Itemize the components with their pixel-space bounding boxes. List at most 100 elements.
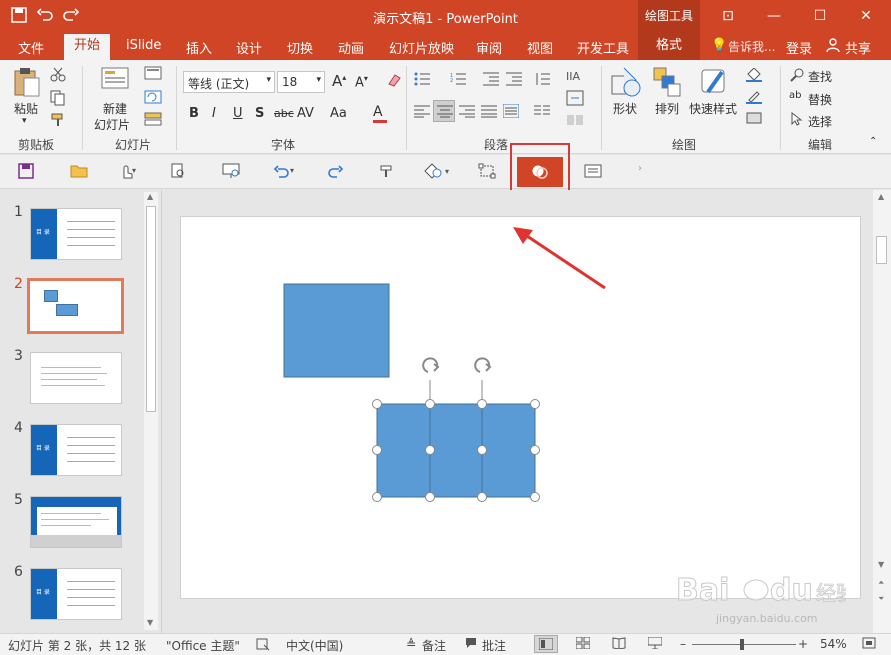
tab-transitions[interactable]: 切换: [287, 38, 313, 57]
arrange-button[interactable]: 排列: [655, 100, 679, 117]
paste-icon[interactable]: [12, 66, 42, 98]
distributed-icon[interactable]: [502, 103, 520, 121]
scroll-down-icon[interactable]: ▼: [878, 560, 884, 569]
login-link[interactable]: 登录: [786, 38, 812, 57]
redo-icon[interactable]: [326, 163, 346, 181]
slide-thumbnail-1[interactable]: 目 录: [30, 208, 122, 260]
font-size-combo[interactable]: 18 ▾: [277, 71, 325, 93]
arrange-icon[interactable]: [652, 66, 682, 101]
align-center-icon[interactable]: [433, 100, 455, 122]
present-icon[interactable]: [222, 163, 242, 181]
shadow-icon[interactable]: S: [255, 106, 264, 121]
accessibility-icon[interactable]: [256, 637, 270, 654]
replace-icon[interactable]: ab: [789, 90, 801, 101]
chevron-down-icon[interactable]: ▾: [22, 116, 27, 126]
slideshow-icon[interactable]: [647, 636, 663, 652]
new-slide-button-label[interactable]: 幻灯片: [94, 116, 130, 133]
minimize-button[interactable]: —: [752, 0, 796, 32]
change-case-icon[interactable]: Aa: [330, 106, 347, 121]
chevron-right-icon[interactable]: ›: [638, 163, 658, 181]
align-right-icon[interactable]: [459, 104, 475, 121]
format-painter-icon[interactable]: [50, 112, 66, 131]
slide-thumbnail-4[interactable]: 目 录: [30, 424, 122, 476]
scrollbar-thumb[interactable]: [876, 236, 887, 264]
cut-icon[interactable]: [50, 66, 66, 85]
tab-format[interactable]: 格式: [638, 32, 700, 60]
quick-styles-button[interactable]: 快速样式: [689, 100, 737, 117]
scroll-up-icon[interactable]: ▲: [147, 192, 153, 201]
tab-slideshow[interactable]: 幻灯片放映: [389, 38, 454, 57]
numbering-icon[interactable]: 12: [450, 72, 466, 89]
shrink-font-icon[interactable]: A▾: [355, 74, 368, 90]
font-color-icon[interactable]: A: [373, 104, 387, 123]
scroll-down-icon[interactable]: ▼: [147, 618, 153, 627]
tab-view[interactable]: 视图: [527, 38, 553, 57]
line-spacing-icon[interactable]: [534, 72, 550, 89]
selection-pane-icon[interactable]: [478, 163, 498, 181]
replace-button[interactable]: 替换: [808, 91, 832, 108]
notes-button[interactable]: 备注: [422, 637, 446, 654]
align-left-icon[interactable]: [414, 104, 430, 121]
previous-slide-icon[interactable]: ⏶: [878, 578, 884, 588]
tab-design[interactable]: 设计: [236, 38, 262, 57]
find-button[interactable]: 查找: [808, 68, 832, 85]
undo-icon[interactable]: ▾: [273, 163, 294, 181]
char-spacing-icon[interactable]: AV: [297, 106, 314, 121]
section-icon[interactable]: [144, 112, 162, 129]
underline-icon[interactable]: U: [233, 106, 243, 121]
slide-thumbnail-3[interactable]: [30, 352, 122, 404]
smartart-icon[interactable]: [566, 112, 584, 131]
clear-format-icon[interactable]: [386, 72, 402, 91]
italic-icon[interactable]: I: [212, 106, 216, 121]
share-button[interactable]: 共享: [845, 38, 871, 57]
normal-view-icon[interactable]: [534, 635, 558, 653]
zoom-in-button[interactable]: +: [798, 637, 808, 651]
slide-scrollbar[interactable]: ▲ ▼ ⏶ ⏷: [873, 190, 891, 633]
zoom-slider-thumb[interactable]: [740, 639, 744, 650]
ribbon-display-options-icon[interactable]: ⊡: [706, 0, 750, 32]
reset-icon[interactable]: [144, 90, 162, 107]
next-slide-icon[interactable]: ⏷: [878, 594, 884, 604]
new-slide-button[interactable]: 新建: [103, 100, 127, 117]
zoom-out-button[interactable]: –: [680, 637, 686, 651]
reading-view-icon[interactable]: [612, 637, 626, 652]
slide-thumbnail-2[interactable]: [27, 278, 124, 334]
layout-icon[interactable]: [144, 66, 162, 83]
collapse-ribbon-icon[interactable]: ⌃: [869, 136, 877, 147]
font-name-combo[interactable]: 等线 (正文) ▾: [183, 71, 275, 93]
tab-file[interactable]: 文件: [18, 38, 44, 57]
new-slide-icon[interactable]: [100, 66, 130, 97]
comments-button[interactable]: 批注: [482, 637, 506, 654]
justify-icon[interactable]: [481, 104, 497, 121]
language-indicator[interactable]: 中文(中国): [286, 637, 343, 654]
tab-animations[interactable]: 动画: [338, 38, 364, 57]
select-icon[interactable]: [791, 111, 803, 129]
strikethrough-icon[interactable]: abc: [274, 107, 294, 120]
quick-styles-icon[interactable]: [700, 66, 730, 101]
tab-review[interactable]: 审阅: [476, 38, 502, 57]
shapes-icon[interactable]: ▾: [424, 163, 449, 181]
decrease-indent-icon[interactable]: [483, 72, 499, 89]
text-box-icon[interactable]: [584, 163, 604, 181]
slide-thumbnail-5[interactable]: [30, 496, 122, 548]
find-icon[interactable]: [790, 68, 804, 85]
comment-icon[interactable]: [465, 637, 477, 652]
select-button[interactable]: 选择: [808, 113, 832, 130]
fit-to-window-icon[interactable]: [862, 637, 876, 652]
shapes-button[interactable]: 形状: [613, 100, 637, 117]
bullets-icon[interactable]: [414, 72, 430, 89]
bold-icon[interactable]: B: [189, 106, 199, 121]
format-painter-icon[interactable]: [378, 163, 398, 181]
shapes-icon[interactable]: [610, 66, 642, 101]
slide-thumbnail-6[interactable]: 目 录: [30, 568, 122, 620]
tab-developer[interactable]: 开发工具: [577, 38, 629, 57]
align-text-icon[interactable]: [566, 90, 584, 109]
shape-outline-icon[interactable]: [746, 90, 770, 107]
tab-insert[interactable]: 插入: [186, 38, 212, 57]
touch-mode-icon[interactable]: ▾: [118, 163, 138, 181]
scrollbar-thumb[interactable]: [146, 206, 156, 412]
scroll-up-icon[interactable]: ▲: [878, 192, 884, 201]
thumbnails-scrollbar[interactable]: ▲ ▼: [144, 192, 158, 630]
folder-open-icon[interactable]: [70, 163, 90, 181]
notes-icon[interactable]: ≜: [406, 637, 416, 651]
